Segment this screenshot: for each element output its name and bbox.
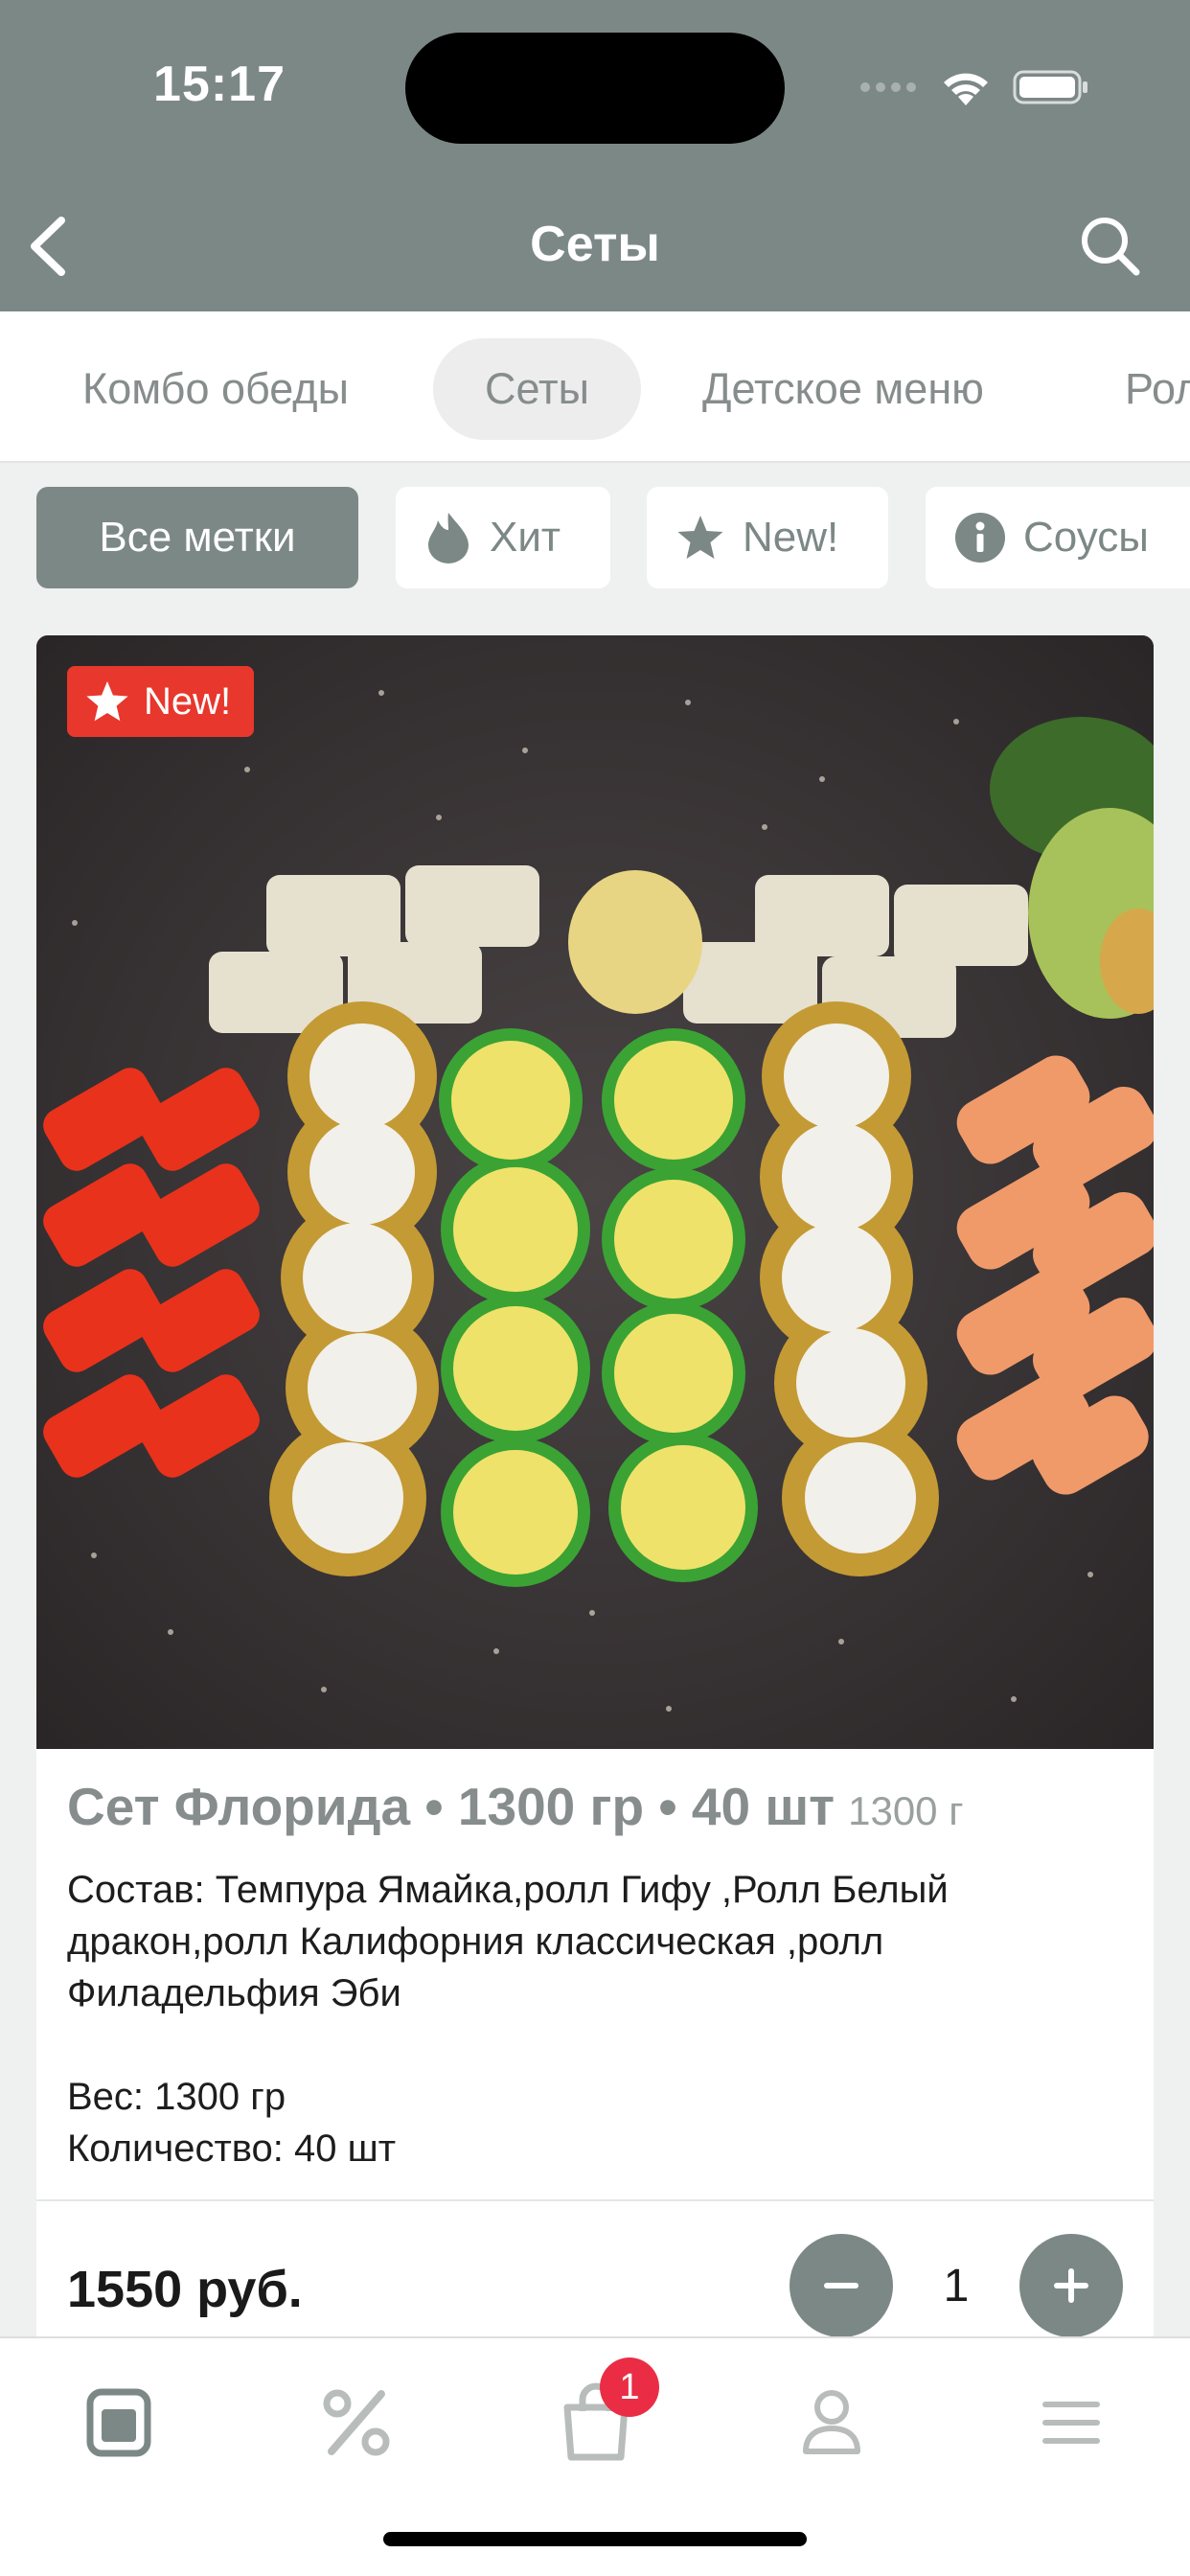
product-price: 1550 руб. [67, 2261, 303, 2318]
chip-sauces[interactable]: Соусы [926, 487, 1190, 588]
product-weight: 1300 г [848, 1788, 964, 1833]
tag-filter-chips: Все метки Хит New! Соусы [0, 487, 1190, 590]
flame-icon [428, 513, 469, 564]
tab-combo-lunch[interactable]: Комбо обеды [82, 338, 349, 440]
user-icon [803, 2390, 860, 2454]
product-title-row: Сет Флорида • 1300 гр • 40 шт 1300 г [67, 1776, 1123, 1837]
product-photo: New! [36, 635, 1154, 1749]
tab-rolls[interactable]: Рол [1125, 338, 1190, 440]
home-indicator [383, 2532, 807, 2546]
chip-label: Соусы [1023, 514, 1149, 561]
app-header: 15:17 Сеты [0, 0, 1190, 311]
tabbar-more[interactable] [1023, 2375, 1119, 2471]
wifi-icon [944, 73, 988, 105]
search-icon[interactable] [1077, 213, 1144, 280]
decrease-button[interactable] [790, 2234, 893, 2337]
chip-label: New! [743, 514, 839, 561]
chip-new[interactable]: New! [647, 487, 888, 588]
tab-kids-menu[interactable]: Детское меню [702, 338, 984, 440]
tabbar-promotions[interactable] [309, 2375, 404, 2471]
menu-book-icon [86, 2388, 151, 2457]
status-icons [859, 67, 1089, 107]
star-icon [677, 516, 723, 559]
badge-label: New! [144, 679, 232, 723]
chip-all-tags[interactable]: Все метки [36, 487, 358, 588]
tabbar-menu[interactable] [71, 2375, 167, 2471]
hamburger-menu-icon [1042, 2402, 1100, 2444]
product-card[interactable]: New! Сет Флорида • 1300 гр • 40 шт 1300 … [36, 635, 1154, 2341]
status-time: 15:17 [153, 57, 286, 112]
increase-button[interactable] [1019, 2234, 1123, 2337]
page-title: Сеты [530, 217, 660, 272]
battery-icon [1013, 70, 1087, 104]
cellular-signal-icon [860, 82, 916, 92]
chip-hit[interactable]: Хит [396, 487, 610, 588]
star-icon [86, 680, 128, 722]
plus-icon [1054, 2268, 1088, 2303]
category-tabs: Комбо обеды Сеты Детское меню Рол [0, 311, 1190, 463]
chip-label: Хит [490, 514, 561, 561]
tabbar-profile[interactable] [784, 2375, 880, 2471]
info-icon [955, 513, 1005, 563]
tab-sets[interactable]: Сеты [433, 338, 641, 440]
dynamic-island [405, 33, 785, 144]
product-description: Состав: Темпура Ямайка,ролл Гифу ,Ролл Б… [67, 1869, 949, 2170]
divider [36, 2199, 1154, 2201]
minus-icon [824, 2283, 858, 2288]
product-title: Сет Флорида • 1300 гр • 40 шт [67, 1777, 835, 1836]
quantity-stepper: 1 [790, 2234, 1123, 2337]
new-badge: New! [67, 666, 255, 737]
percent-icon [323, 2389, 390, 2456]
cart-count-badge: 1 [600, 2358, 659, 2417]
sushi-set-illustration [36, 635, 1154, 1749]
chip-label: Все метки [99, 514, 296, 561]
quantity-value: 1 [943, 2260, 970, 2312]
